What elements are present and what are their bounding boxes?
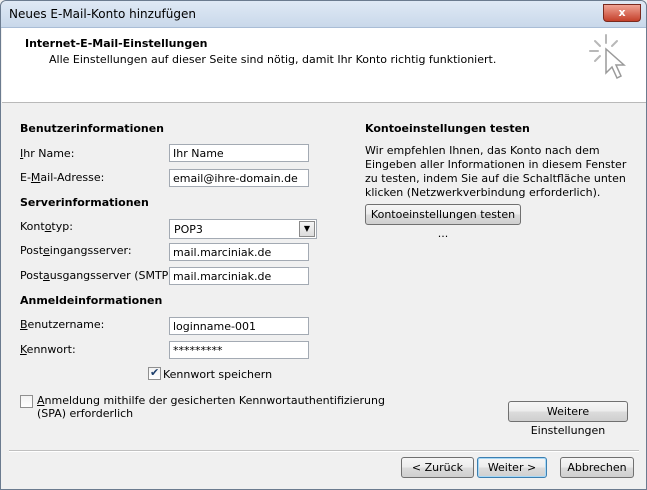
incoming-server-field[interactable]: mail.marciniak.de <box>169 243 309 261</box>
username-label: Benutzername: <box>20 318 105 331</box>
test-settings-description: Wir empfehlen Ihnen, das Konto nach dem … <box>365 144 627 199</box>
footer-divider <box>9 450 639 452</box>
remember-password-label[interactable]: Kennwort speichern <box>163 368 272 381</box>
password-label: Kennwort: <box>20 343 76 356</box>
user-info-heading: Benutzerinformationen <box>20 122 165 135</box>
back-button[interactable]: < Zurück <box>401 457 474 478</box>
outgoing-server-label: Postausgangsserver (SMTP): <box>20 269 177 282</box>
username-field[interactable]: loginname-001 <box>169 317 309 335</box>
spa-checkbox[interactable] <box>20 395 33 408</box>
title-bar[interactable]: Neues E-Mail-Konto hinzufügen x <box>1 1 646 28</box>
close-button[interactable]: x <box>603 4 641 22</box>
incoming-server-label: Posteingangsserver: <box>20 244 132 257</box>
wizard-cursor-icon <box>589 34 626 80</box>
remember-password-checkbox[interactable]: ✔ <box>148 366 161 380</box>
name-field[interactable]: Ihr Name <box>169 144 309 162</box>
email-label: E-Mail-Adresse: <box>20 171 105 184</box>
checkmark-icon: ✔ <box>150 366 160 379</box>
login-info-heading: Anmeldeinformationen <box>20 294 163 307</box>
test-settings-button[interactable]: Kontoeinstellungen testen ... <box>365 204 521 240</box>
account-type-value: POP3 <box>174 223 203 236</box>
password-field[interactable]: ********* <box>169 341 309 359</box>
window-title: Neues E-Mail-Konto hinzufügen <box>9 7 196 21</box>
account-type-select[interactable]: POP3 ▼ <box>169 219 317 239</box>
page-title: Internet-E-Mail-Einstellungen <box>25 37 208 50</box>
close-icon: x <box>618 6 626 19</box>
next-button[interactable]: Weiter > <box>477 457 547 478</box>
account-type-label: Kontotyp: <box>20 220 73 233</box>
more-settings-button[interactable]: Weitere Einstellungen <box>508 401 628 437</box>
dialog-window: Neues E-Mail-Konto hinzufügen x Internet… <box>0 0 647 490</box>
wizard-header: Internet-E-Mail-Einstellungen Alle Einst… <box>2 28 646 103</box>
page-subtitle: Alle Einstellungen auf dieser Seite sind… <box>49 53 497 66</box>
dropdown-arrow-icon[interactable]: ▼ <box>299 221 315 237</box>
test-settings-heading: Kontoeinstellungen testen <box>365 122 530 135</box>
name-label: Ihr Name: <box>20 147 75 160</box>
email-field[interactable]: email@ihre-domain.de <box>169 169 309 187</box>
outgoing-server-field[interactable]: mail.marciniak.de <box>169 267 309 285</box>
cancel-button[interactable]: Abbrechen <box>560 457 634 478</box>
spa-label[interactable]: Anmeldung mithilfe der gesicherten Kennw… <box>37 394 385 420</box>
server-info-heading: Serverinformationen <box>20 196 149 209</box>
